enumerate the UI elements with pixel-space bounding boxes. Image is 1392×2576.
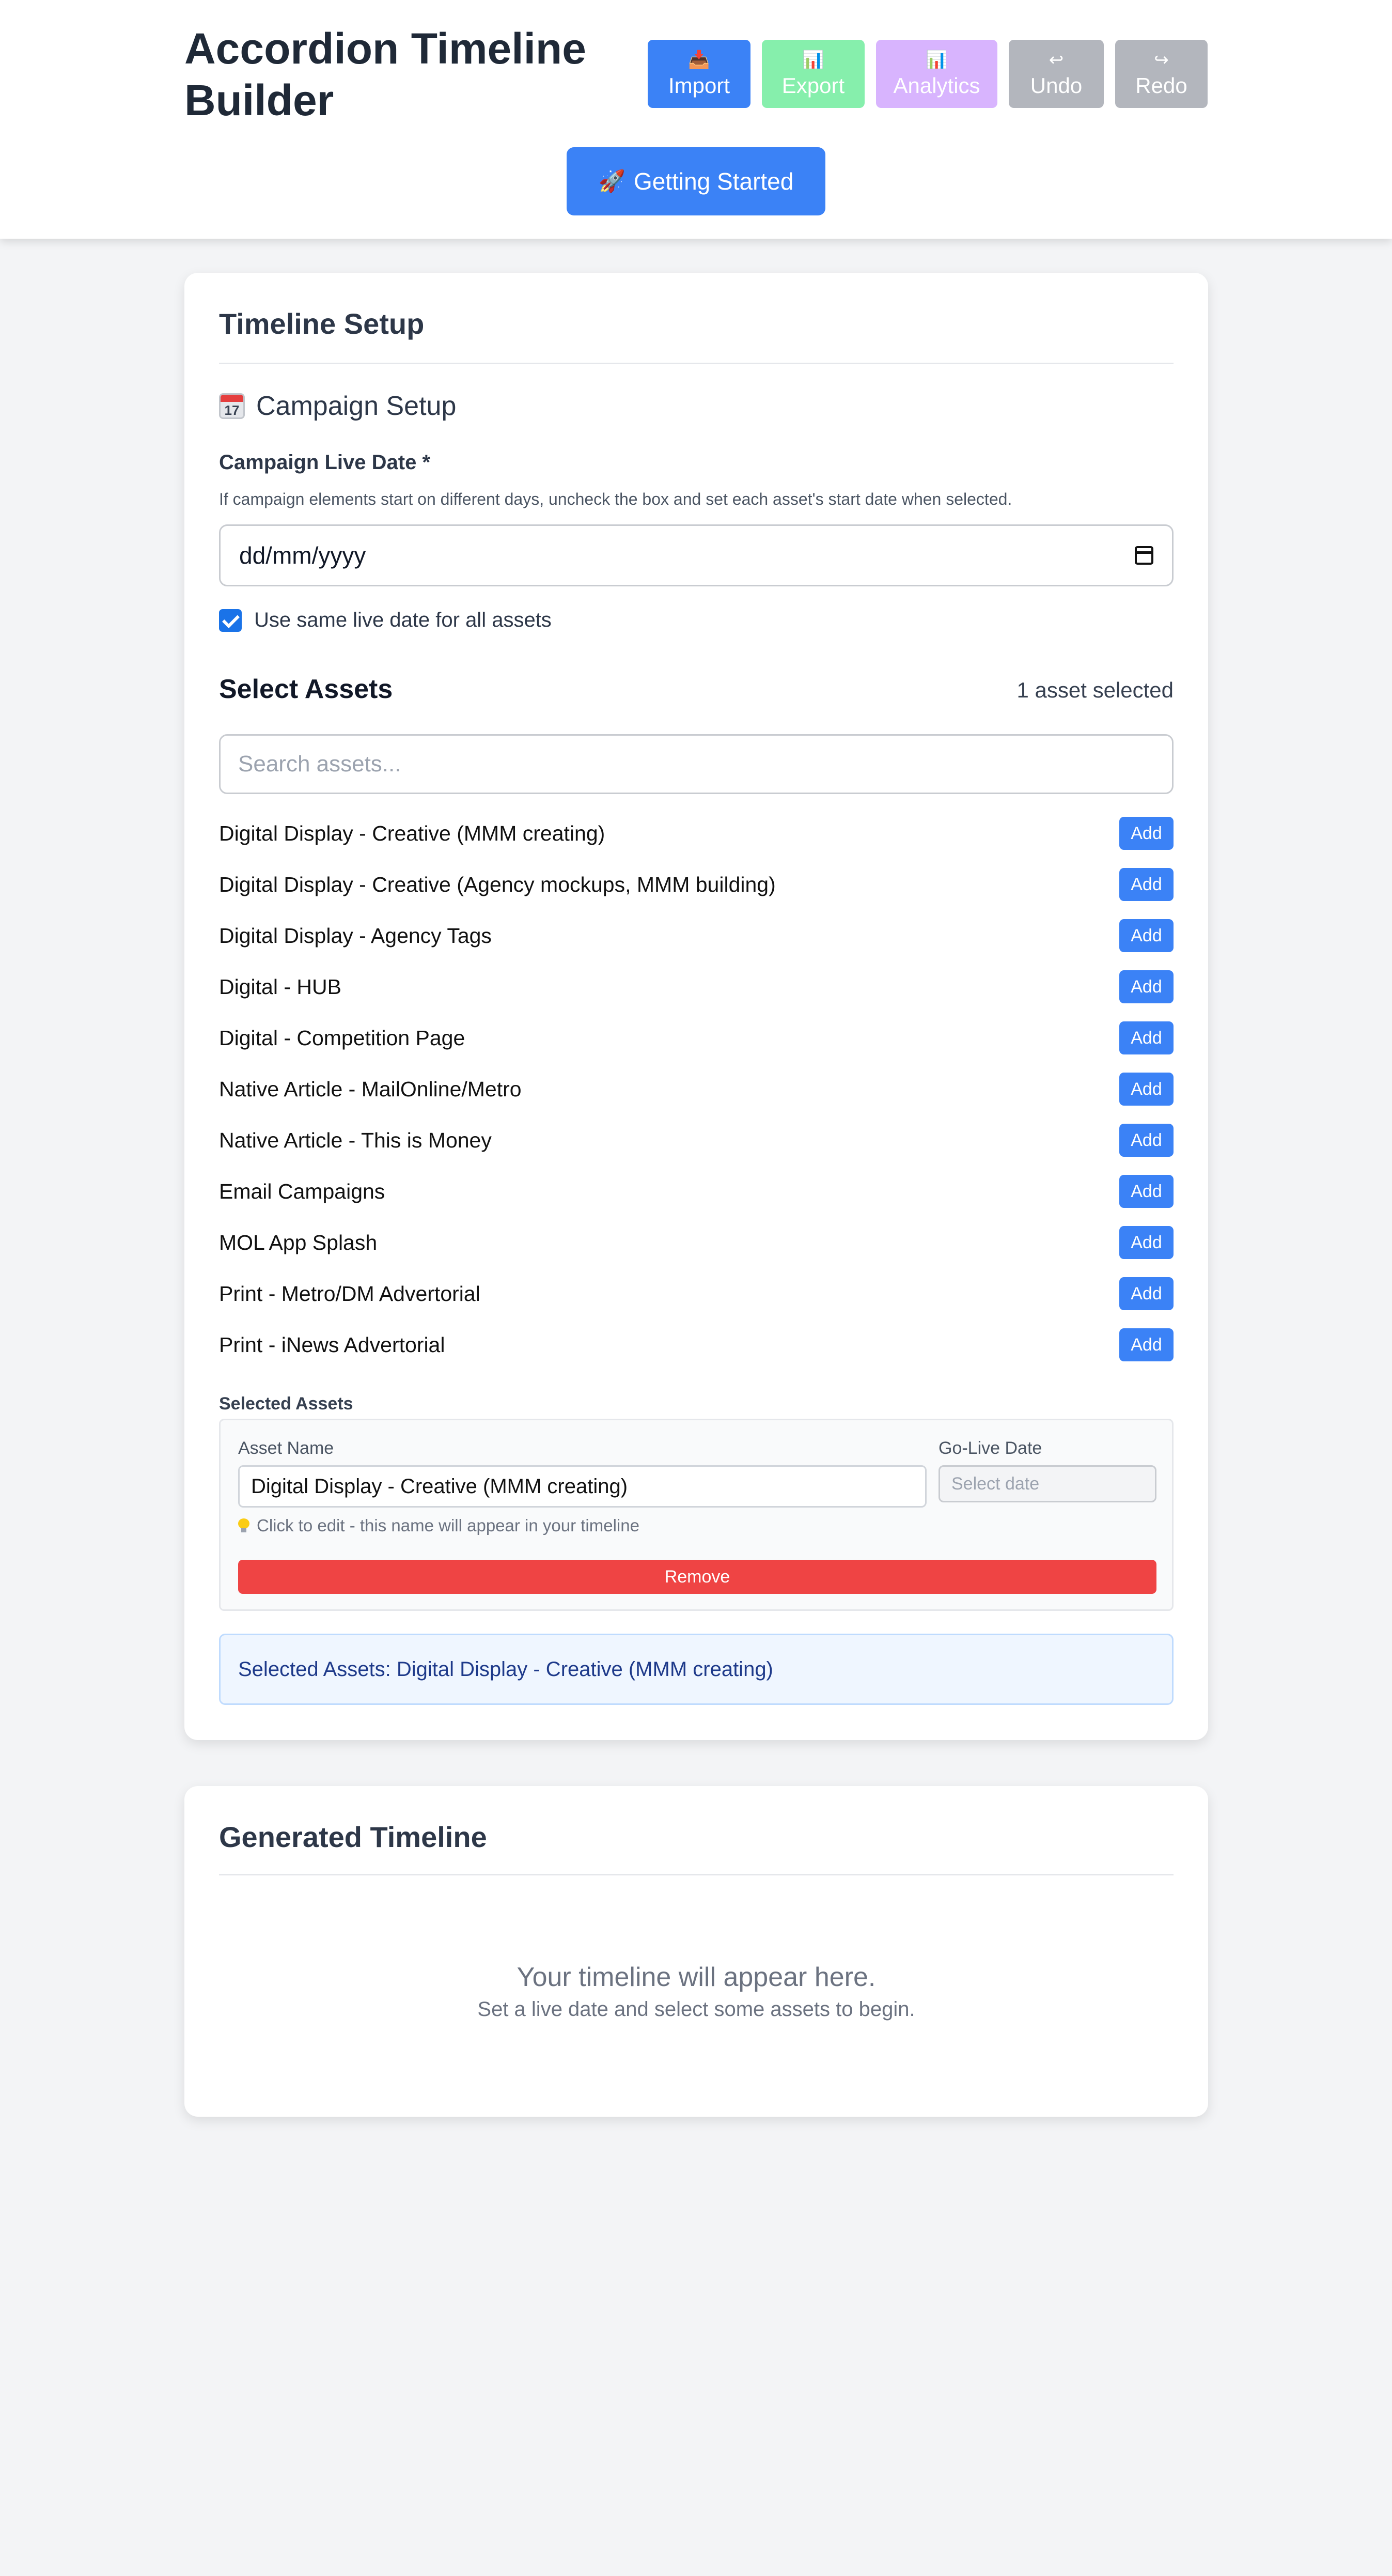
calendar-picker-icon[interactable] — [1135, 546, 1153, 565]
undo-button[interactable]: ↩ Undo — [1009, 40, 1104, 108]
app-header: Accordion Timeline Builder 📥 Import 📊 Ex… — [0, 0, 1392, 239]
rocket-icon: 🚀 — [598, 168, 625, 193]
calendar-icon: 17 — [219, 393, 245, 419]
setup-divider — [219, 363, 1174, 364]
asset-list-item: Digital Display - Agency Tags Add — [219, 919, 1174, 953]
asset-list-item: Digital - Competition Page Add — [219, 1021, 1174, 1055]
asset-list-item: Digital Display - Creative (Agency mocku… — [219, 867, 1174, 902]
timeline-divider — [219, 1874, 1174, 1875]
redo-label: Redo — [1135, 73, 1187, 98]
timeline-empty-subtitle: Set a live date and select some assets t… — [477, 1998, 915, 2021]
getting-started-label: Getting Started — [633, 168, 794, 195]
asset-list-item-name: Native Article - MailOnline/Metro — [219, 1077, 522, 1101]
asset-list-item-name: Print - Metro/DM Advertorial — [219, 1281, 480, 1306]
timeline-empty-title: Your timeline will appear here. — [517, 1962, 876, 1992]
add-asset-button[interactable]: Add — [1119, 1073, 1174, 1106]
live-date-input[interactable]: dd/mm/yyyy — [219, 524, 1174, 586]
analytics-label: Analytics — [893, 73, 980, 98]
asset-name-label: Asset Name — [238, 1438, 334, 1458]
same-date-checkbox-label: Use same live date for all assets — [254, 609, 552, 631]
asset-list-item-name: Digital - Competition Page — [219, 1026, 465, 1050]
same-date-checkbox-row[interactable]: Use same live date for all assets — [219, 609, 552, 632]
asset-list-item-name: Digital Display - Creative (MMM creating… — [219, 821, 605, 845]
go-live-date-input[interactable] — [939, 1465, 1156, 1502]
asset-name-hint-text: Click to edit - this name will appear in… — [257, 1516, 639, 1535]
add-asset-button[interactable]: Add — [1119, 1021, 1174, 1054]
live-date-label: Campaign Live Date * — [219, 451, 431, 474]
redo-button[interactable]: ↪ Redo — [1115, 40, 1208, 108]
timeline-card-title: Generated Timeline — [219, 1821, 487, 1853]
getting-started-button[interactable]: 🚀 Getting Started — [567, 147, 825, 215]
asset-list-item-name: MOL App Splash — [219, 1230, 378, 1254]
inbox-tray-icon: 📥 — [688, 50, 710, 70]
analytics-button[interactable]: 📊 Analytics — [876, 40, 997, 108]
asset-list-item: Email Campaigns Add — [219, 1174, 1174, 1208]
add-asset-button[interactable]: Add — [1119, 970, 1174, 1003]
asset-list-item: Print - Metro/DM Advertorial Add — [219, 1277, 1174, 1311]
asset-name-hint: Click to edit - this name will appear in… — [238, 1516, 639, 1535]
campaign-setup-heading: 17 Campaign Setup — [219, 391, 456, 422]
asset-name-input[interactable] — [238, 1465, 927, 1508]
app-title: Accordion Timeline Builder — [184, 24, 586, 125]
asset-list-item: Native Article - This is Money Add — [219, 1123, 1174, 1157]
asset-list-item: Digital Display - Creative (MMM creating… — [219, 816, 1174, 850]
add-asset-button[interactable]: Add — [1119, 817, 1174, 850]
asset-list-item: Print - iNews Advertorial Add — [219, 1328, 1174, 1362]
undo-label: Undo — [1030, 73, 1083, 98]
add-asset-button[interactable]: Add — [1119, 1175, 1174, 1208]
add-asset-button[interactable]: Add — [1119, 868, 1174, 901]
campaign-setup-title: Campaign Setup — [256, 391, 457, 421]
live-date-value: dd/mm/yyyy — [239, 542, 366, 569]
asset-list-item-name: Digital - HUB — [219, 974, 341, 999]
selected-asset-item: Asset Name Go-Live Date Click to edit - … — [219, 1419, 1174, 1611]
setup-card-title: Timeline Setup — [219, 307, 425, 340]
generated-timeline-card: Generated Timeline Your timeline will ap… — [184, 1786, 1208, 2117]
asset-list-item: Native Article - MailOnline/Metro Add — [219, 1072, 1174, 1106]
export-button[interactable]: 📊 Export — [762, 40, 865, 108]
asset-list-item-name: Digital Display - Agency Tags — [219, 923, 492, 948]
selected-assets-heading: Selected Assets — [219, 1394, 353, 1414]
asset-list-item-name: Digital Display - Creative (Agency mocku… — [219, 872, 776, 896]
asset-list-item-name: Print - iNews Advertorial — [219, 1332, 445, 1357]
go-live-date-label: Go-Live Date — [939, 1438, 1042, 1458]
import-label: Import — [668, 73, 730, 98]
undo-arrow-icon: ↩ — [1049, 50, 1064, 70]
add-asset-button[interactable]: Add — [1119, 1124, 1174, 1157]
asset-list-item: Digital - HUB Add — [219, 970, 1174, 1004]
add-asset-button[interactable]: Add — [1119, 1226, 1174, 1259]
import-button[interactable]: 📥 Import — [648, 40, 750, 108]
assets-selected-count: 1 asset selected — [1016, 678, 1174, 702]
asset-list-item-name: Email Campaigns — [219, 1179, 385, 1203]
add-asset-button[interactable]: Add — [1119, 1277, 1174, 1310]
search-assets-input[interactable] — [219, 734, 1174, 794]
redo-arrow-icon: ↪ — [1154, 50, 1169, 70]
add-asset-button[interactable]: Add — [1119, 919, 1174, 952]
lightbulb-icon — [238, 1518, 249, 1533]
same-date-checkbox[interactable] — [219, 609, 242, 632]
select-assets-heading: Select Assets — [219, 674, 393, 704]
remove-asset-button[interactable]: Remove — [238, 1560, 1156, 1594]
bar-chart-icon: 📊 — [926, 50, 948, 70]
asset-list-item: MOL App Splash Add — [219, 1225, 1174, 1260]
bar-chart-icon: 📊 — [802, 50, 824, 70]
selected-assets-summary: Selected Assets: Digital Display - Creat… — [219, 1634, 1174, 1705]
export-label: Export — [781, 73, 845, 98]
timeline-setup-card: Timeline Setup 17 Campaign Setup Campaig… — [184, 273, 1208, 1740]
add-asset-button[interactable]: Add — [1119, 1328, 1174, 1361]
asset-list-item-name: Native Article - This is Money — [219, 1128, 492, 1152]
live-date-help: If campaign elements start on different … — [219, 490, 1012, 508]
